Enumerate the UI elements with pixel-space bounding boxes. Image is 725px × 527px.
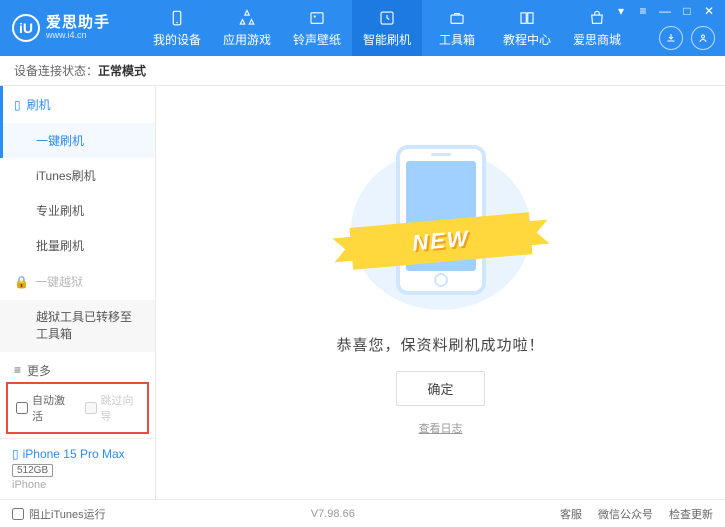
- download-button[interactable]: [659, 26, 683, 50]
- status-value: 正常模式: [98, 62, 146, 79]
- user-button[interactable]: [691, 26, 715, 50]
- checkbox-auto-activate[interactable]: 自动激活: [16, 392, 71, 424]
- checkbox-input[interactable]: [12, 508, 24, 520]
- sidebar-item-batch-flash[interactable]: 批量刷机: [0, 228, 155, 263]
- nav-label: 教程中心: [503, 31, 551, 48]
- nav-label: 我的设备: [153, 31, 201, 48]
- checkbox-skip-guide[interactable]: 跳过向导: [85, 392, 140, 424]
- flash-icon: [377, 8, 397, 28]
- minimize-icon[interactable]: —: [657, 4, 673, 18]
- close-icon[interactable]: ✕: [701, 4, 717, 18]
- sidebar-item-oneclick-flash[interactable]: 一键刷机: [0, 123, 155, 158]
- status-bar: 设备连接状态： 正常模式: [0, 56, 725, 86]
- nav-label: 工具箱: [439, 31, 475, 48]
- sidebar: ▯ 刷机 一键刷机 iTunes刷机 专业刷机 批量刷机 🔒 一键越狱 越狱工具…: [0, 86, 156, 499]
- sidebar-item-pro-flash[interactable]: 专业刷机: [0, 193, 155, 228]
- nav-label: 铃声壁纸: [293, 31, 341, 48]
- device-type: iPhone: [12, 479, 143, 491]
- list-icon[interactable]: ≡: [635, 4, 651, 18]
- version-text: V7.98.66: [106, 508, 560, 520]
- maximize-icon[interactable]: □: [679, 4, 695, 18]
- checkbox-input[interactable]: [16, 402, 28, 414]
- nav-ringtone-wallpaper[interactable]: 铃声壁纸: [282, 0, 352, 56]
- app-url: www.i4.cn: [46, 31, 110, 41]
- view-log-link[interactable]: 查看日志: [419, 420, 463, 436]
- nav-toolbox[interactable]: 工具箱: [422, 0, 492, 56]
- ok-button[interactable]: 确定: [396, 371, 484, 406]
- footer: 阻止iTunes运行 V7.98.66 客服 微信公众号 检查更新: [0, 499, 725, 527]
- menu-icon: ≡: [14, 363, 21, 377]
- nav-my-device[interactable]: 我的设备: [142, 0, 212, 56]
- window-controls: ▾ ≡ — □ ✕: [613, 4, 717, 18]
- apps-icon: [237, 8, 257, 28]
- sidebar-item-itunes-flash[interactable]: iTunes刷机: [0, 158, 155, 193]
- app-title: 爱思助手: [46, 15, 110, 32]
- nav-label: 智能刷机: [363, 31, 411, 48]
- device-icon: ▯: [14, 98, 21, 112]
- phone-small-icon: ▯: [12, 447, 19, 461]
- nav-label: 应用游戏: [223, 31, 271, 48]
- checkbox-block-itunes[interactable]: 阻止iTunes运行: [12, 506, 106, 522]
- sidebar-group-jailbreak: 🔒 一键越狱: [0, 263, 155, 300]
- phone-icon: [167, 8, 187, 28]
- success-message: 恭喜您，保资料刷机成功啦！: [336, 334, 544, 355]
- main-panel: NEW 恭喜您，保资料刷机成功啦！ 确定 查看日志: [156, 86, 725, 499]
- checkbox-input: [85, 402, 97, 414]
- nav-label: 爱思商城: [573, 31, 621, 48]
- success-illustration: NEW: [341, 130, 541, 310]
- sidebar-item-jailbreak-notice[interactable]: 越狱工具已转移至工具箱: [0, 300, 155, 352]
- logo-icon: iU: [12, 14, 40, 42]
- device-storage: 512GB: [12, 464, 53, 477]
- sidebar-group-more[interactable]: ≡ 更多: [0, 352, 155, 378]
- store-icon: [587, 8, 607, 28]
- footer-link-support[interactable]: 客服: [560, 506, 582, 522]
- menu-icon[interactable]: ▾: [613, 4, 629, 18]
- device-info: ▯ iPhone 15 Pro Max 512GB iPhone: [0, 438, 155, 499]
- app-header: iU 爱思助手 www.i4.cn 我的设备 应用游戏 铃声壁纸 智能刷机 工具…: [0, 0, 725, 56]
- highlight-box: 自动激活 跳过向导: [6, 382, 149, 434]
- status-label: 设备连接状态：: [14, 62, 98, 79]
- ribbon-text: NEW: [411, 225, 470, 256]
- nav-tutorials[interactable]: 教程中心: [492, 0, 562, 56]
- device-name[interactable]: ▯ iPhone 15 Pro Max: [12, 447, 143, 461]
- lock-icon: 🔒: [14, 275, 29, 289]
- nav-apps-games[interactable]: 应用游戏: [212, 0, 282, 56]
- footer-link-wechat[interactable]: 微信公众号: [598, 506, 653, 522]
- logo-area: iU 爱思助手 www.i4.cn: [0, 14, 142, 42]
- sidebar-group-flash[interactable]: ▯ 刷机: [0, 86, 155, 123]
- image-icon: [307, 8, 327, 28]
- footer-link-update[interactable]: 检查更新: [669, 506, 713, 522]
- nav-smart-flash[interactable]: 智能刷机: [352, 0, 422, 56]
- book-icon: [517, 8, 537, 28]
- toolbox-icon: [447, 8, 467, 28]
